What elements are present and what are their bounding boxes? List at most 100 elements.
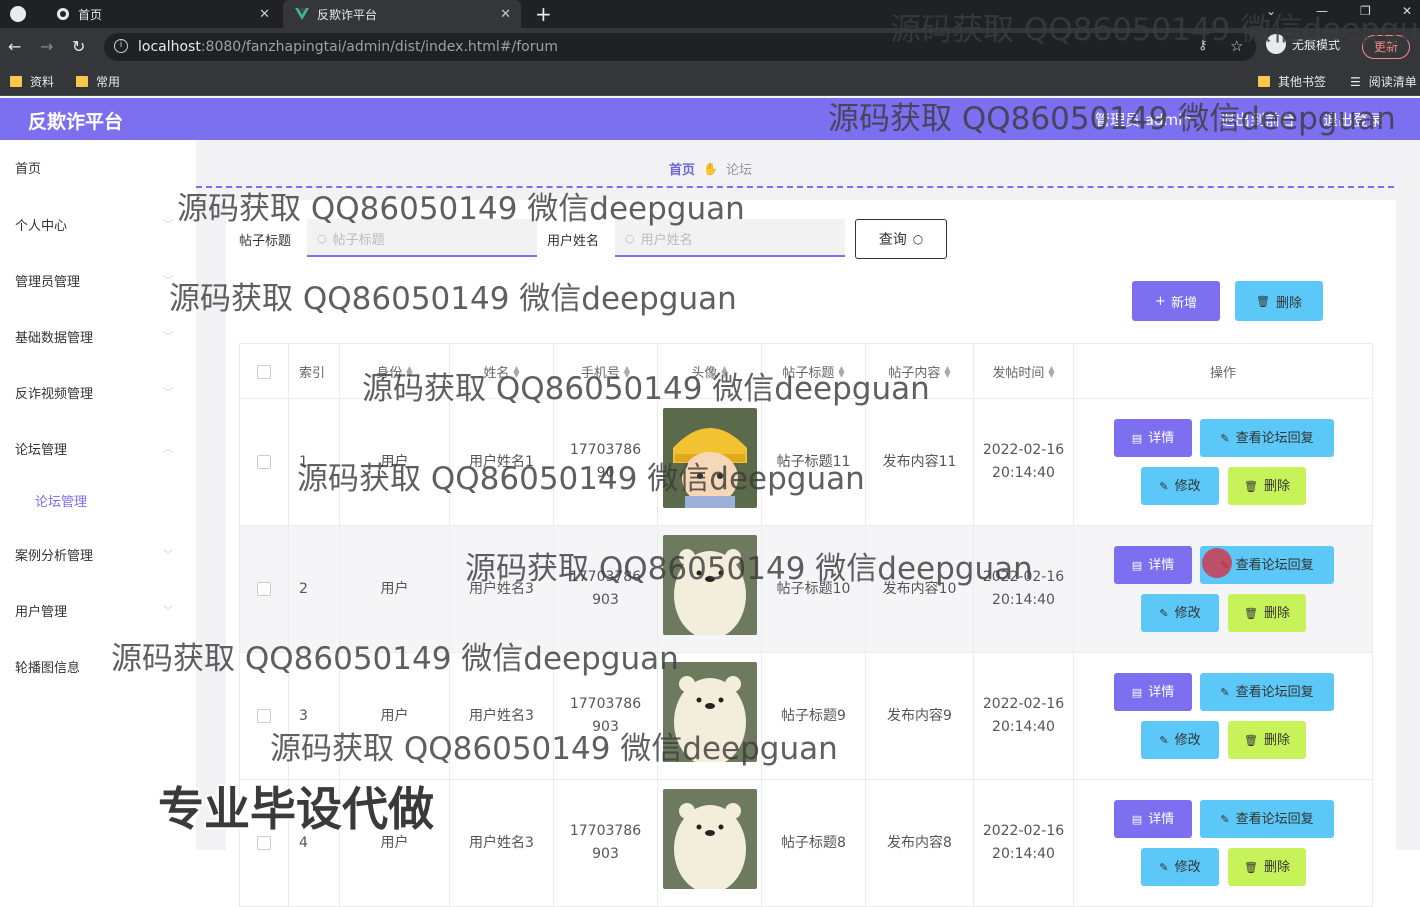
other-bookmarks[interactable]: 其他书签	[1258, 73, 1326, 90]
row-checkbox[interactable]	[257, 455, 271, 469]
search-button[interactable]: 查询 ○	[855, 219, 947, 259]
cell-phone: 17703786903	[554, 780, 658, 906]
cell-name: 用户姓名3	[450, 526, 554, 652]
table-row: 2 用户 用户姓名3 17703786903 帖子标题10 发布内容10 2022-02-1…	[239, 526, 1373, 653]
close-tab-icon[interactable]: ✕	[500, 7, 511, 22]
view-replies-button[interactable]: ✎查看论坛回复	[1200, 800, 1334, 838]
sort-icon: ▲ ▼	[1048, 363, 1055, 379]
row-checkbox[interactable]	[257, 582, 271, 596]
col-date[interactable]: 发帖时间 ▲ ▼	[974, 344, 1074, 399]
pen-icon: ✎	[1159, 860, 1169, 874]
col-avatar[interactable]: 头像 ▲ ▼	[658, 344, 762, 399]
breadcrumb-home[interactable]: 首页	[669, 159, 695, 178]
user-search-input[interactable]: ○ 用户姓名	[615, 219, 845, 257]
delete-button[interactable]: 🗑 删除	[1228, 848, 1306, 886]
minimize-icon[interactable]: —	[1316, 4, 1328, 18]
cell-actions: ▤详情✎查看论坛回复 ✎修改🗑删除	[1074, 653, 1372, 779]
title-search-input[interactable]: ○ 帖子标题	[307, 219, 537, 257]
sidebar-item-cases[interactable]: 案例分析管理	[15, 545, 93, 564]
search-icon: ○	[625, 232, 635, 245]
sidebar-item-profile[interactable]: 个人中心	[15, 215, 67, 234]
col-phone[interactable]: 手机号 ▲ ▼	[554, 344, 658, 399]
table-header: 索引 身份 ▲ ▼ 姓名 ▲ ▼ 手机号 ▲ ▼ 头像 ▲ ▼ 帖子标题 ▲ ▼ 帖子内容 ▲ ▼ 发帖…	[239, 343, 1373, 399]
view-replies-button[interactable]: ✎查看论坛回复	[1200, 673, 1334, 711]
tab-title: 首页	[78, 7, 103, 22]
sidebar-item-users[interactable]: 用户管理	[15, 601, 67, 620]
cell-index: 3	[289, 653, 340, 779]
col-role[interactable]: 身份 ▲ ▼	[340, 344, 450, 399]
cell-content: 发布内容8	[866, 780, 974, 906]
detail-button[interactable]: ▤ 详情	[1114, 546, 1192, 584]
col-title[interactable]: 帖子标题 ▲ ▼	[762, 344, 866, 399]
col-content[interactable]: 帖子内容 ▲ ▼	[866, 344, 974, 399]
sidebar-item-carousel[interactable]: 轮播图信息	[15, 657, 80, 676]
cell-index: 1	[289, 399, 340, 525]
edit-button[interactable]: ✎ 修改	[1141, 594, 1219, 632]
sidebar-item-forum[interactable]: 论坛管理	[15, 439, 67, 458]
new-tab-button[interactable]: +	[535, 2, 552, 26]
cell-title: 帖子标题10	[762, 526, 866, 652]
forward-icon[interactable]: →	[40, 37, 53, 57]
admin-label: 管理员 admin	[1095, 111, 1192, 129]
cell-name: 用户姓名3	[450, 780, 554, 906]
detail-button[interactable]: ▤ 详情	[1114, 673, 1192, 711]
breadcrumb-current: 论坛	[725, 163, 752, 178]
reload-icon[interactable]: ↻	[72, 37, 85, 57]
select-all-checkbox[interactable]	[257, 364, 271, 379]
sidebar-item-videos[interactable]: 反诈视频管理	[15, 383, 93, 402]
back-icon[interactable]: ←	[8, 37, 21, 57]
cell-title: 帖子标题8	[762, 780, 866, 906]
bookmark-folder[interactable]: 资料	[10, 73, 54, 90]
close-tab-icon[interactable]: ✕	[259, 7, 270, 22]
sidebar-item-admins[interactable]: 管理员管理	[15, 271, 80, 290]
maximize-icon[interactable]: ❐	[1360, 4, 1371, 18]
sidebar-item-basedata[interactable]: 基础数据管理	[15, 327, 93, 346]
row-checkbox[interactable]	[257, 709, 271, 723]
batch-delete-button[interactable]: 🗑 删除	[1235, 281, 1323, 321]
sidebar-item-home[interactable]: 首页	[15, 158, 41, 177]
delete-button[interactable]: 🗑 删除	[1228, 467, 1306, 505]
key-icon[interactable]: ⚷	[1198, 38, 1208, 53]
main-area: 首页 ✋ 论坛 帖子标题 ○ 帖子标题 用户姓名 ○ 用户姓名 查询 ○ + 新增 🗑 删…	[196, 140, 1420, 907]
avatar	[662, 408, 757, 516]
info-icon[interactable]: i	[114, 39, 128, 53]
cell-role: 用户	[340, 399, 450, 525]
close-window-icon[interactable]: ✕	[1402, 4, 1412, 18]
update-button[interactable]: 更新	[1362, 35, 1410, 59]
col-actions: 操作	[1209, 366, 1236, 381]
tab-search-icon[interactable]: ⌄	[1266, 4, 1276, 18]
edit-button[interactable]: ✎ 修改	[1141, 848, 1219, 886]
detail-button[interactable]: ▤ 详情	[1114, 800, 1192, 838]
col-index: 索引	[289, 344, 340, 399]
col-name[interactable]: 姓名 ▲ ▼	[450, 344, 554, 399]
chrome-menu-icon[interactable]	[10, 6, 26, 22]
sidebar-subitem-forum[interactable]: 论坛管理	[35, 491, 87, 510]
incognito-indicator[interactable]: 无痕模式	[1266, 34, 1340, 54]
edit-button[interactable]: ✎ 修改	[1141, 467, 1219, 505]
incognito-icon	[1266, 34, 1286, 54]
reading-list-icon: ☰	[1350, 74, 1361, 89]
avatar	[662, 789, 757, 897]
cell-avatar	[658, 653, 762, 779]
tab-home[interactable]: 首页 ✕	[44, 0, 280, 28]
chevron-down-icon: ﹀	[163, 276, 173, 287]
front-link[interactable]: 退出到前台	[1220, 109, 1295, 130]
search-icon: ○	[912, 232, 924, 246]
search-icon: ○	[317, 232, 327, 245]
edit-button[interactable]: ✎ 修改	[1141, 721, 1219, 759]
add-button[interactable]: + 新增	[1132, 281, 1220, 321]
sort-icon: ▲ ▼	[406, 363, 413, 379]
detail-button[interactable]: ▤ 详情	[1114, 419, 1192, 457]
address-bar[interactable]: i localhost:8080/fanzhapingtai/admin/dis…	[104, 33, 1256, 61]
reading-list[interactable]: ☰ 阅读清单	[1350, 73, 1417, 90]
cell-role: 用户	[340, 653, 450, 779]
view-replies-button[interactable]: ✎查看论坛回复	[1200, 419, 1334, 457]
bookmark-folder[interactable]: 常用	[76, 73, 120, 90]
chevron-up-icon: ︿	[163, 444, 173, 455]
delete-button[interactable]: 🗑 删除	[1228, 721, 1306, 759]
tab-platform[interactable]: 反欺诈平台 ✕	[283, 0, 521, 28]
star-icon[interactable]: ☆	[1230, 37, 1243, 55]
logout-link[interactable]: 退出登录	[1323, 109, 1383, 130]
delete-button[interactable]: 🗑 删除	[1228, 594, 1306, 632]
document-icon: ▤	[1131, 558, 1143, 572]
